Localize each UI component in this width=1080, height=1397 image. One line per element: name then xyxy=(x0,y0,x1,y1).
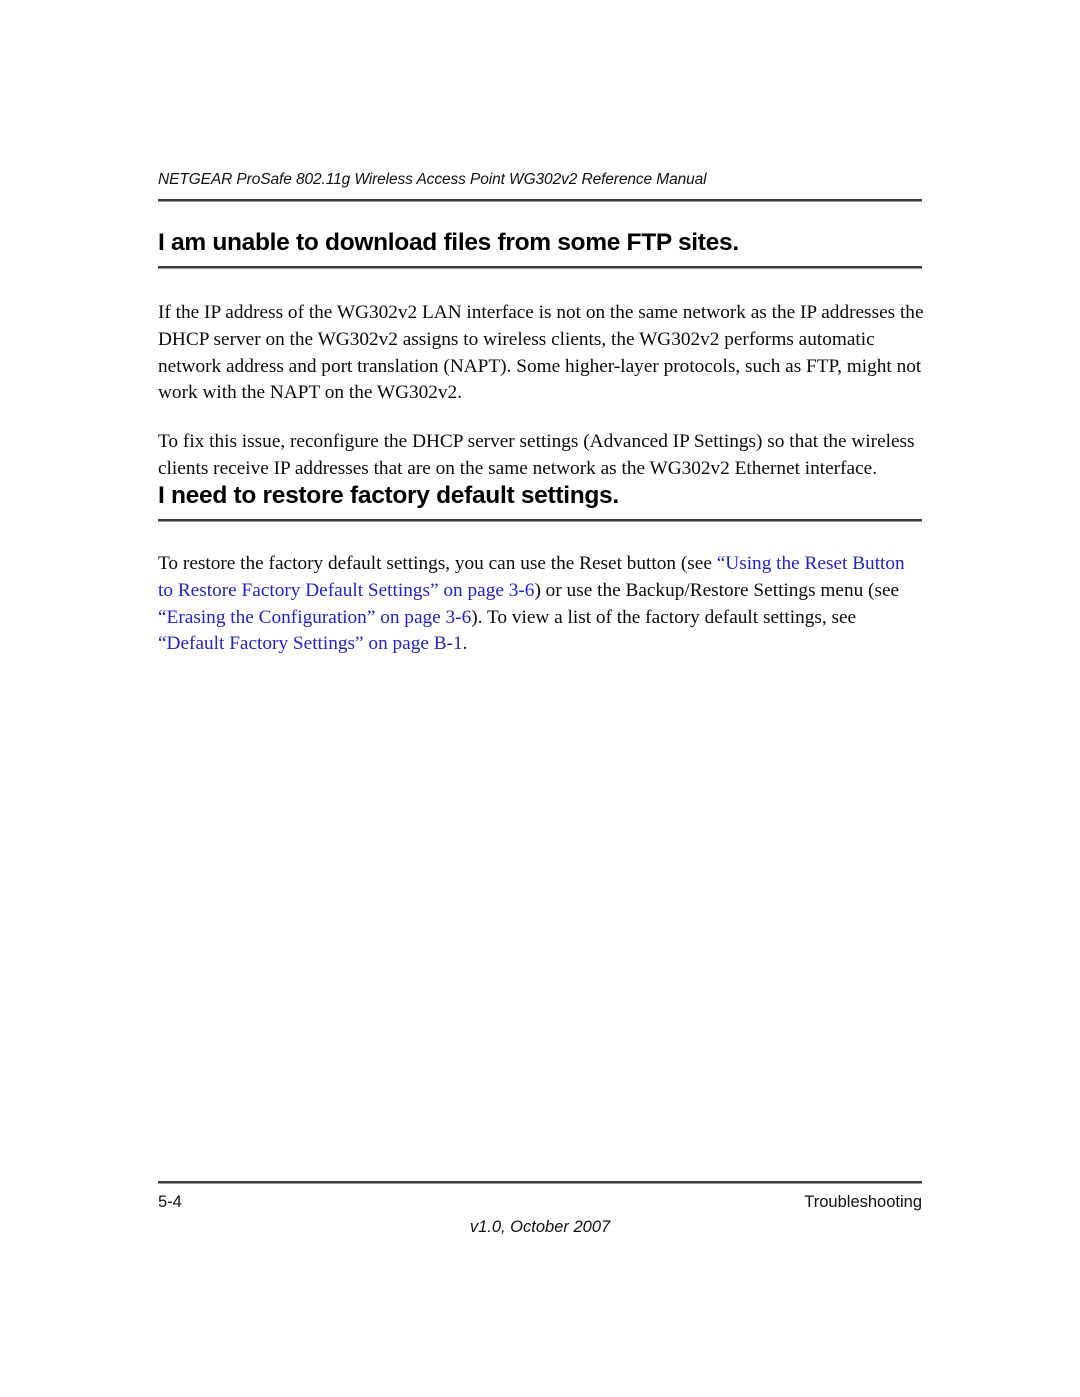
cross-reference-link[interactable]: “Erasing the Configuration” on page 3-6 xyxy=(158,607,471,628)
paragraph: To fix this issue, reconfigure the DHCP … xyxy=(158,431,915,479)
footer-version: v1.0, October 2007 xyxy=(469,1218,611,1236)
heading-divider xyxy=(158,519,922,522)
cross-reference-link[interactable]: “Default Factory Settings” on page B-1 xyxy=(158,633,463,654)
heading-divider xyxy=(158,266,922,269)
section-heading-ftp: I am unable to download files from some … xyxy=(158,228,922,269)
paragraph: To restore the factory default settings,… xyxy=(158,553,905,655)
footer-chapter-name: Troubleshooting xyxy=(804,1193,922,1211)
footer-divider xyxy=(158,1181,922,1184)
section-title: I need to restore factory default settin… xyxy=(158,482,619,509)
page-footer: 5-4 Troubleshooting xyxy=(158,1181,922,1213)
document-page: NETGEAR ProSafe 802.11g Wireless Access … xyxy=(0,0,1080,1397)
page-title: I am unable to download files from some … xyxy=(158,229,739,256)
paragraph: If the IP address of the WG302v2 LAN int… xyxy=(158,302,924,404)
header-title: NETGEAR ProSafe 802.11g Wireless Access … xyxy=(158,171,707,188)
running-header: NETGEAR ProSafe 802.11g Wireless Access … xyxy=(158,170,922,202)
section-body-factory-defaults: To restore the factory default settings,… xyxy=(158,551,924,658)
cross-reference-link[interactable]: “Using the Reset Button to Restore Facto… xyxy=(158,553,905,601)
section-body-ftp: If the IP address of the WG302v2 LAN int… xyxy=(158,300,924,483)
header-divider xyxy=(158,199,922,202)
section-heading-factory-defaults: I need to restore factory default settin… xyxy=(158,481,922,522)
footer-row: 5-4 Troubleshooting xyxy=(158,1191,922,1213)
footer-page-number: 5-4 xyxy=(158,1193,182,1211)
